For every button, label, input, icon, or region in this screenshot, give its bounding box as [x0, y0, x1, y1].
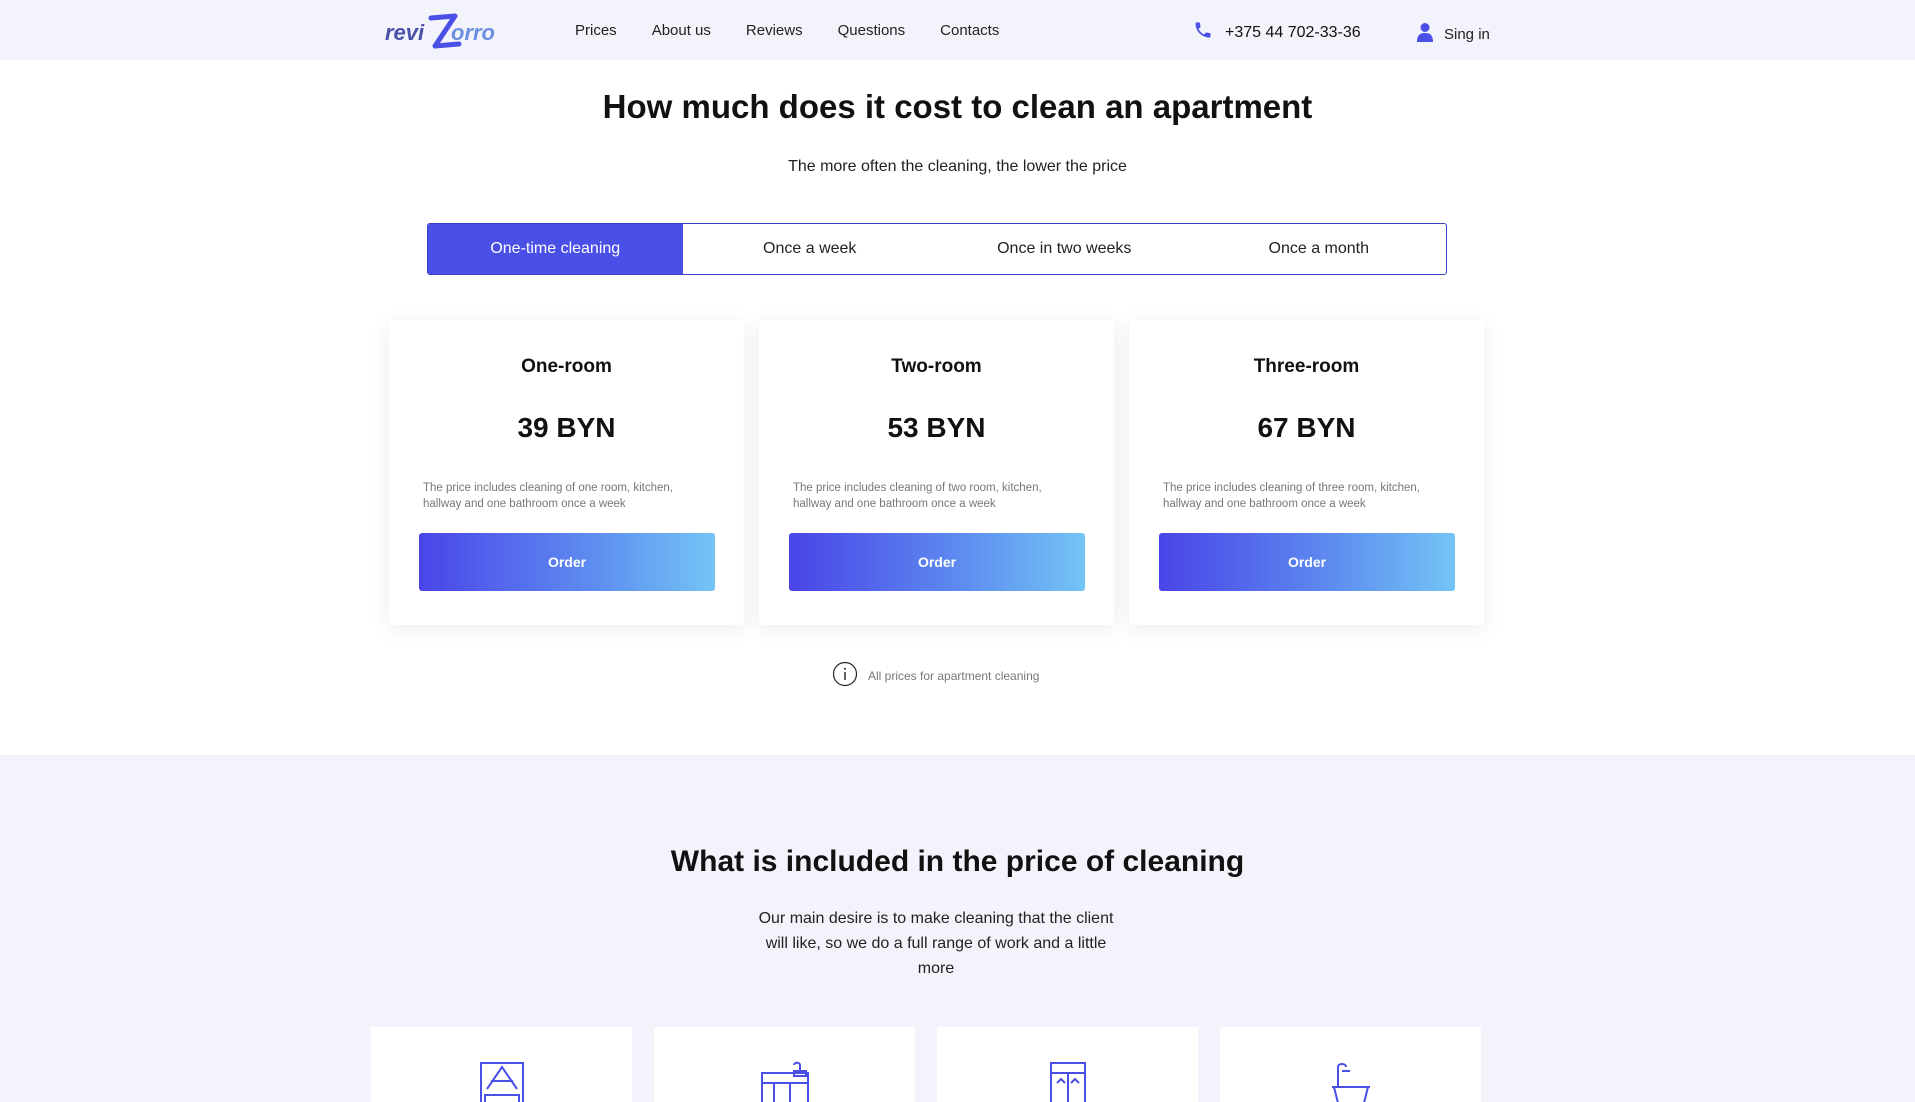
card-price: 39 BYN — [517, 412, 616, 443]
phone-number[interactable]: +375 44 702-33-36 — [1225, 24, 1361, 42]
tab-once-a-month[interactable]: Once a month — [1192, 224, 1447, 274]
svg-text:orro: orro — [451, 20, 495, 45]
order-button[interactable]: Order — [419, 533, 715, 591]
order-button[interactable]: Order — [789, 533, 1085, 591]
phone-contact[interactable]: +375 44 702-33-36 — [1193, 20, 1361, 45]
sign-in-label: Sing in — [1444, 25, 1490, 43]
tab-one-time-cleaning[interactable]: One-time cleaning — [428, 224, 683, 274]
feature-card-kitchen — [654, 1027, 915, 1102]
pricing-subtitle: The more often the cleaning, the lower t… — [788, 158, 1127, 175]
nav-prices[interactable]: Prices — [575, 22, 617, 39]
pricing-title: How much does it cost to clean an apartm… — [602, 88, 1313, 125]
card-title: Two-room — [891, 356, 982, 377]
nav-reviews[interactable]: Reviews — [746, 22, 803, 39]
price-cards: One-room 39 BYN The price includes clean… — [389, 320, 1484, 625]
nav-contacts[interactable]: Contacts — [940, 22, 999, 39]
feature-card-hallway — [937, 1027, 1198, 1102]
sign-in-button[interactable]: Sing in — [1416, 22, 1490, 46]
info-icon — [832, 661, 858, 690]
prices-note-text: All prices for apartment cleaning — [868, 668, 1040, 683]
user-icon — [1416, 22, 1434, 46]
frequency-tabs: One-time cleaning Once a week Once in tw… — [427, 223, 1447, 275]
nav-about-us[interactable]: About us — [652, 22, 711, 39]
included-title: What is included in the price of cleanin… — [670, 845, 1245, 878]
price-card-two-room: Two-room 53 BYN The price includes clean… — [759, 320, 1114, 625]
revizorro-logo[interactable]: revi orro — [385, 10, 495, 54]
main-nav: Prices About us Reviews Questions Contac… — [575, 22, 999, 39]
nav-questions[interactable]: Questions — [838, 22, 906, 39]
card-description: The price includes cleaning of three roo… — [1163, 482, 1420, 510]
feature-card-bedroom — [371, 1027, 632, 1102]
included-text: Our main desire is to make cleaning that… — [758, 910, 1114, 977]
card-price: 67 BYN — [1257, 412, 1356, 443]
tab-once-in-two-weeks[interactable]: Once in two weeks — [937, 224, 1192, 274]
prices-note: All prices for apartment cleaning — [832, 661, 1039, 690]
price-card-one-room: One-room 39 BYN The price includes clean… — [389, 320, 744, 625]
phone-icon — [1193, 20, 1213, 45]
svg-text:revi: revi — [385, 20, 425, 45]
included-features — [371, 1027, 1481, 1102]
card-description: The price includes cleaning of one room,… — [423, 482, 673, 510]
card-title: Three-room — [1253, 356, 1360, 377]
card-price: 53 BYN — [887, 412, 986, 443]
price-card-three-room: Three-room 67 BYN The price includes cle… — [1129, 320, 1484, 625]
feature-card-bathroom — [1220, 1027, 1481, 1102]
card-title: One-room — [521, 356, 612, 377]
tab-once-a-week[interactable]: Once a week — [683, 224, 938, 274]
card-description: The price includes cleaning of two room,… — [793, 482, 1042, 510]
site-header: revi orro Prices About us Reviews Questi… — [0, 0, 1915, 60]
order-button[interactable]: Order — [1159, 533, 1455, 591]
